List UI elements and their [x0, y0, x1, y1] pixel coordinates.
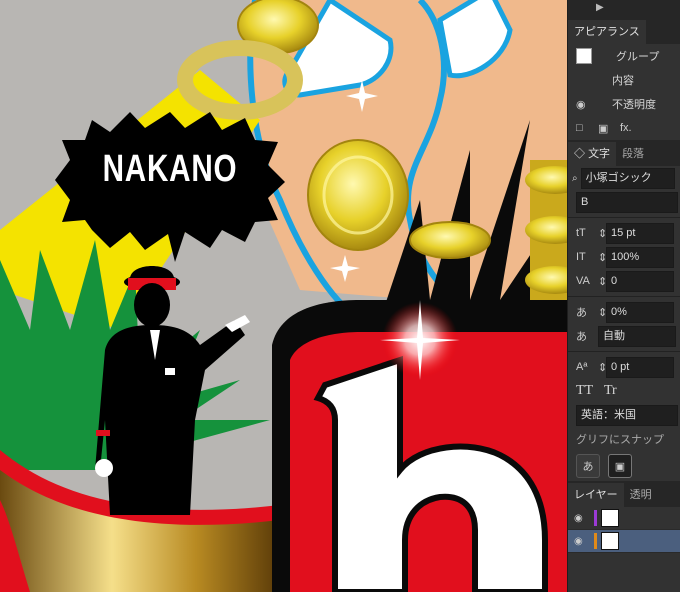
layers-tabbar: レイヤー 透明: [568, 481, 680, 507]
kerning-row[interactable]: VA ⇕ 0: [568, 269, 680, 293]
tab-character[interactable]: ◇ 文字: [568, 142, 617, 166]
tsume-field[interactable]: 0%: [606, 301, 674, 323]
bubble-nakano-text: NAKANO: [102, 148, 238, 190]
contents-row[interactable]: 内容: [568, 68, 680, 92]
group-swatch: [576, 48, 592, 64]
baseline-field[interactable]: 0 pt: [606, 356, 674, 378]
visibility-eye-icon[interactable]: ◉: [576, 98, 598, 111]
appearance-group-row[interactable]: グループ: [568, 44, 680, 68]
illustrator-window: NAKANO ▶ アピアランス グループ 内容 ◉ 不透明度 □ ▣ fx. ◇…: [0, 0, 680, 592]
font-style-row[interactable]: B: [568, 190, 680, 214]
font-size-field[interactable]: 15 pt: [606, 222, 674, 244]
tab-transparency[interactable]: 透明: [624, 483, 658, 507]
vertical-scale-icon: IT: [576, 251, 586, 263]
vertical-scale-field[interactable]: 100%: [606, 246, 674, 268]
layer-color-bar: [594, 533, 597, 549]
tsume-row[interactable]: あ ⇕ 0%: [568, 300, 680, 324]
baseline-row[interactable]: Aª ⇕ 0 pt: [568, 355, 680, 379]
snap-baseline-button[interactable]: あ: [576, 454, 600, 478]
language-row[interactable]: 英語：米国: [568, 403, 680, 427]
contents-label: 内容: [612, 75, 634, 87]
opacity-label: 不透明度: [612, 99, 656, 111]
tsume-icon: あ: [576, 307, 587, 319]
new-stroke-icon[interactable]: ▣: [598, 122, 620, 135]
font-size-icon: tT: [576, 227, 586, 239]
artboard-canvas[interactable]: NAKANO: [0, 0, 567, 592]
aki-row[interactable]: あ 自動: [568, 324, 680, 348]
all-caps-button[interactable]: TT: [576, 383, 604, 399]
caps-row: TT Tr: [568, 379, 680, 403]
fx-button[interactable]: fx.: [620, 122, 642, 134]
aki-icon: あ: [576, 331, 587, 343]
small-caps-button[interactable]: Tr: [604, 383, 617, 399]
layer-eye-icon[interactable]: ◉: [574, 513, 588, 524]
baseline-shift-icon: Aª: [576, 361, 588, 373]
font-style-field[interactable]: B: [576, 191, 678, 213]
layer-row[interactable]: ◉: [568, 530, 680, 553]
character-tabbar: ◇ 文字 段落: [568, 140, 680, 166]
aki-field[interactable]: 自動: [598, 325, 676, 347]
appearance-tabbar: アピアランス: [568, 18, 680, 44]
artwork-svg: [0, 0, 567, 592]
layer-eye-icon[interactable]: ◉: [574, 536, 588, 547]
group-label: グループ: [616, 51, 660, 63]
kerning-icon: VA: [576, 275, 590, 287]
new-fill-icon[interactable]: □: [576, 122, 598, 134]
font-family-field[interactable]: 小塚ゴシック: [580, 167, 675, 189]
tab-appearance[interactable]: アピアランス: [568, 20, 646, 44]
layer-color-bar: [594, 510, 597, 526]
layer-row[interactable]: ◉: [568, 507, 680, 530]
language-field[interactable]: 英語：米国: [576, 404, 678, 426]
layer-thumbnail: [601, 532, 619, 550]
search-icon: ⌕: [572, 172, 578, 184]
opacity-row[interactable]: ◉ 不透明度: [568, 92, 680, 116]
properties-panel: ▶ アピアランス グループ 内容 ◉ 不透明度 □ ▣ fx. ◇ 文字 段落 …: [567, 0, 680, 592]
glyph-snap-label: グリフにスナップ: [576, 434, 664, 446]
appearance-footer: □ ▣ fx.: [568, 116, 680, 140]
tab-paragraph[interactable]: 段落: [616, 142, 650, 166]
font-size-row[interactable]: tT ⇕ 15 pt: [568, 221, 680, 245]
snap-glyph-bounds-button[interactable]: ▣: [608, 454, 632, 478]
vertical-scale-row[interactable]: IT ⇕ 100%: [568, 245, 680, 269]
panel-gripper[interactable]: ▶: [568, 0, 680, 18]
font-family-row[interactable]: ⌕ 小塚ゴシック: [568, 166, 680, 190]
tab-layers[interactable]: レイヤー: [568, 483, 624, 507]
glyph-snap-buttons: あ ▣: [568, 451, 680, 481]
layer-thumbnail: [601, 509, 619, 527]
kerning-field[interactable]: 0: [606, 270, 674, 292]
collapse-arrow-icon[interactable]: ▶: [596, 2, 604, 13]
